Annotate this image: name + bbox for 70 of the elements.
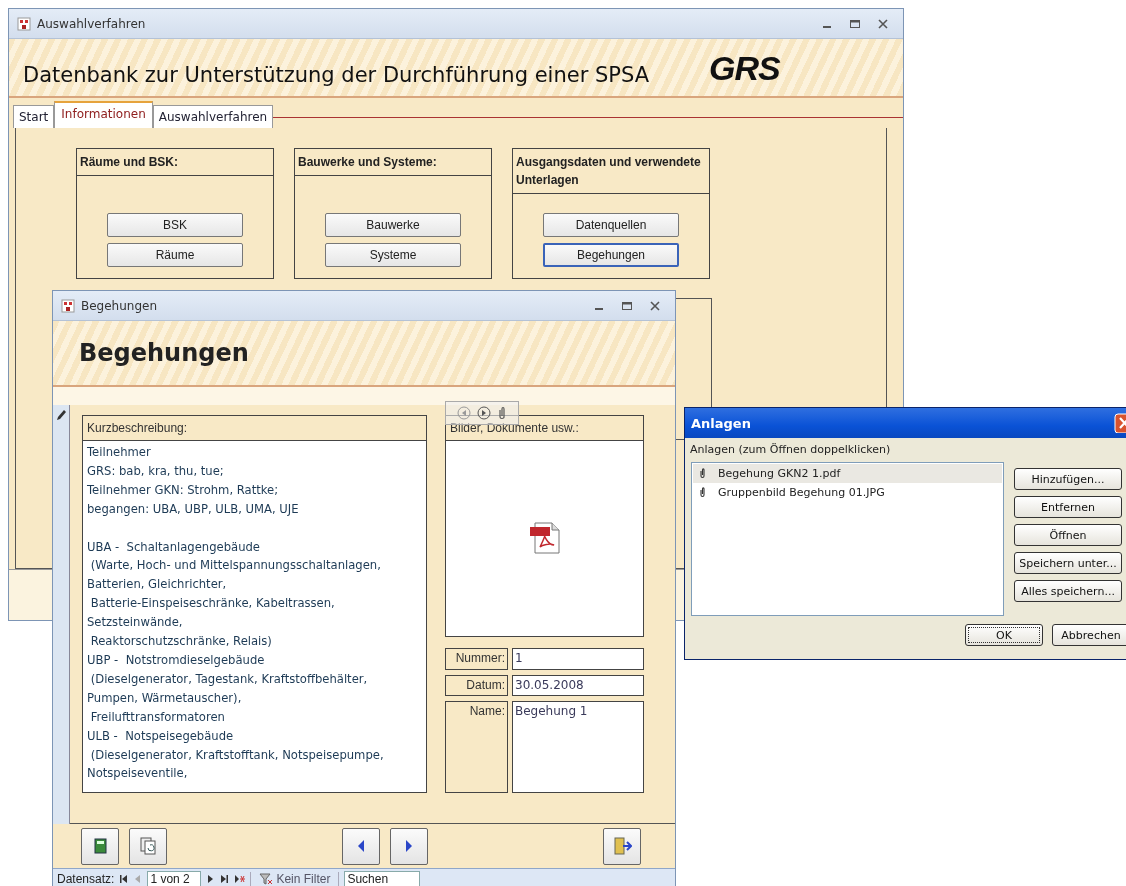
window-title: Anlagen (691, 415, 751, 431)
close-icon[interactable] (877, 17, 889, 30)
paperclip-icon (699, 487, 706, 498)
book-button[interactable] (81, 827, 119, 865)
nav-button[interactable]: Systeme (325, 243, 461, 267)
forward-icon[interactable] (477, 406, 491, 420)
hint-text: Anlagen (zum Öffnen doppelklicken) (689, 442, 892, 458)
record-selector[interactable] (53, 405, 70, 824)
list-item[interactable]: Begehung GKN2 1.pdf (693, 464, 1002, 483)
header-title: Begehungen (79, 339, 249, 367)
dialog-button[interactable]: Entfernen (1014, 496, 1122, 518)
input-field[interactable]: 1 (512, 647, 644, 670)
field-label: Nummer: (445, 647, 508, 670)
window-title: Auswahlverfahren (37, 16, 146, 31)
copy-pages-icon (140, 837, 156, 855)
exit-door-icon (612, 837, 632, 855)
pdf-file-icon (527, 521, 562, 556)
maximize-icon[interactable] (621, 299, 633, 312)
tab[interactable]: Auswahlverfahren (152, 105, 274, 128)
nav-button[interactable]: Datenquellen (543, 213, 679, 237)
file-name: Gruppenbild Begehung 01.JPG (718, 486, 885, 499)
dialog-button[interactable]: OK (965, 624, 1043, 646)
record-number-field[interactable]: 1 von 2 (147, 871, 202, 886)
field-label: Datum: (445, 674, 508, 697)
filter-icon (259, 873, 274, 885)
description-text: Teilnehmer GRS: bab, kra, thu, tue; Teilnehmer GKN: Strohm, Rattke; begangen: UBA, UBP, ULB, UMA, UJE UBA - Schaltanlagengebäude (Warte, Hoch- und Mittelspannungsschaltanlagen, Batterien, Gleichrichter, Batterie-Einspeiseschränke, Kabeltrassen, Setzsteinwände, Reaktorschutzschränke, Relais) UBP - Notstromdieselgebäude (Dieselgenerator, Tagestank, Kraftstoffbehälter, Pumpen, Wärmetauscher), Freilufttransformatoren ULB - Notspeisegebäude (Dieselgenerator, Kraftstofftank, Notspeisepumpe, Notspeiseventile, (86, 444, 385, 783)
dialog-button[interactable]: Speichern unter... (1014, 552, 1122, 574)
next-button[interactable] (390, 827, 428, 865)
filter-button[interactable]: Kein Filter (250, 872, 340, 886)
tab[interactable]: Informationen (54, 101, 153, 128)
list-item[interactable]: Gruppenbild Begehung 01.JPG (693, 483, 1002, 502)
app-icon (17, 16, 31, 31)
file-name: Begehung GKN2 1.pdf (718, 467, 841, 480)
pencil-icon (56, 409, 66, 421)
search-field[interactable]: Suchen (344, 870, 421, 886)
close-icon[interactable] (649, 299, 661, 312)
next-icon (404, 839, 414, 853)
input-field[interactable]: 30.05.2008 (512, 674, 644, 697)
record-label: Datensatz: (57, 872, 115, 886)
nav-button[interactable]: Räume (107, 243, 243, 267)
dialog-button[interactable]: Abbrechen (1052, 624, 1126, 646)
paperclip-icon[interactable] (497, 406, 507, 420)
field-label: Kurzbeschreibung: (83, 416, 426, 441)
app-icon (61, 298, 75, 313)
header-title: Datenbank zur Unterstützung der Durchführung einer SPSA (23, 62, 650, 87)
last-record-icon[interactable] (220, 874, 230, 884)
window-title: Begehungen (81, 298, 158, 313)
dialog-button[interactable]: Hinzufügen... (1014, 468, 1122, 490)
tab[interactable]: Start (13, 105, 55, 128)
nav-button[interactable]: Bauwerke (325, 213, 461, 237)
input-field[interactable]: Begehung 1 (512, 701, 644, 793)
exit-door-button[interactable] (603, 827, 641, 865)
attachment-list[interactable]: Begehung GKN2 1.pdf Gruppenbild Begehung 01.JPG (691, 462, 1004, 616)
maximize-icon[interactable] (849, 17, 861, 30)
previous-button[interactable] (342, 827, 380, 865)
paperclip-icon (699, 468, 706, 479)
dialog-button[interactable]: Öffnen (1014, 524, 1122, 546)
dialog-button[interactable]: Alles speichern... (1014, 580, 1122, 602)
new-record-icon[interactable] (234, 874, 246, 884)
copy-pages-button[interactable] (129, 827, 167, 865)
first-record-icon[interactable] (119, 874, 129, 884)
book-icon (92, 838, 108, 854)
field-label: Name: (445, 701, 508, 793)
logo: GRS (709, 49, 780, 88)
group-title: Ausgangsdaten und verwendete Unterlagen (513, 149, 709, 194)
nav-button[interactable]: BSK (107, 213, 243, 237)
group-title: Räume und BSK: (77, 149, 273, 176)
previous-icon (356, 839, 366, 853)
nav-button[interactable]: Begehungen (543, 243, 679, 267)
group-title: Bauwerke und Systeme: (295, 149, 491, 176)
